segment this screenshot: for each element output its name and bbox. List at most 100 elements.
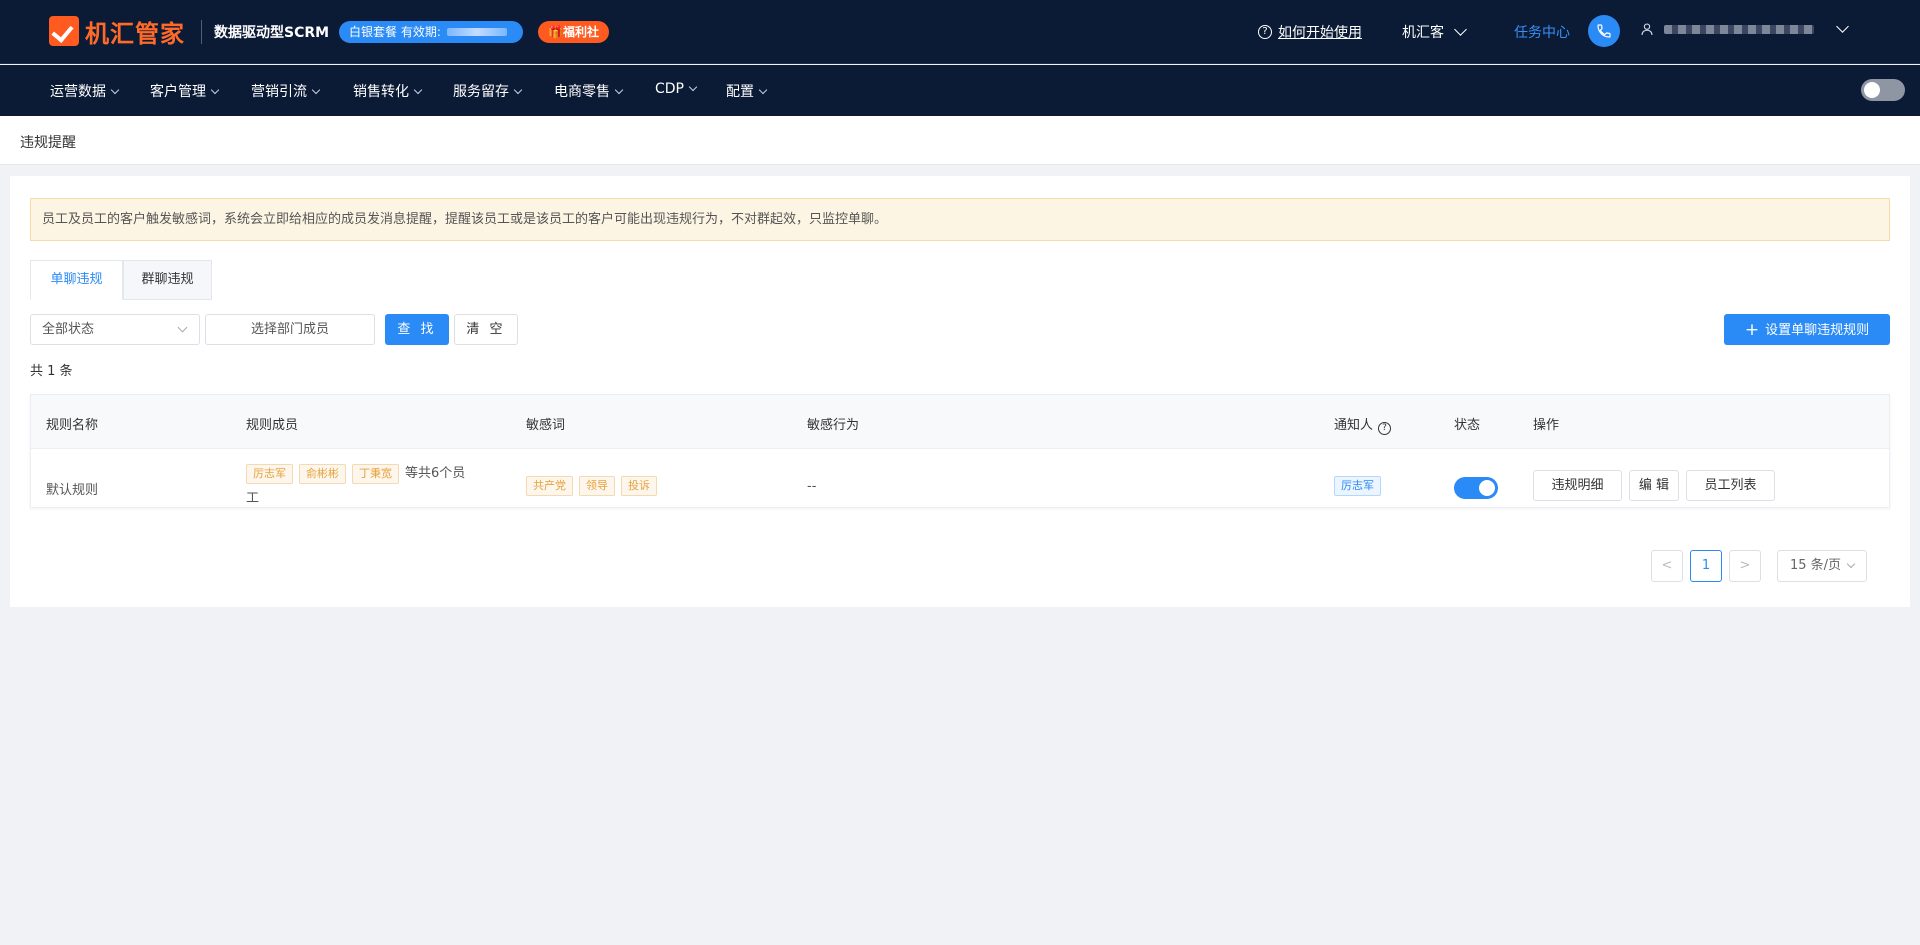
- rule-members: 厉志军 俞彬彬 丁秉宽 等共6个员: [246, 462, 496, 484]
- plus-icon: +: [1744, 320, 1760, 340]
- nav-label: 电商零售: [554, 84, 610, 100]
- nav-item-cdp[interactable]: CDP: [655, 81, 698, 97]
- edit-button[interactable]: 编 辑: [1629, 470, 1679, 501]
- chevron-down-icon: [688, 82, 698, 92]
- member-tag: 俞彬彬: [299, 464, 346, 484]
- th-rule-name: 规则名称: [46, 418, 99, 433]
- nav-item-marketing[interactable]: 营销引流: [251, 81, 321, 101]
- brand-name: 机汇管家: [85, 19, 185, 48]
- chevron-down-icon: [1454, 23, 1467, 36]
- nav-label: 服务留存: [453, 84, 509, 100]
- brand-logo[interactable]: 机汇管家: [49, 12, 185, 50]
- status-select[interactable]: 全部状态: [30, 314, 200, 345]
- page-title: 违规提醒: [20, 135, 76, 151]
- nav-item-retention[interactable]: 服务留存: [453, 81, 523, 101]
- brand-subtitle: 数据驱动型SCRM: [214, 25, 330, 41]
- brand-divider: [201, 20, 202, 44]
- help-link[interactable]: ? 如何开始使用: [1258, 22, 1362, 42]
- chevron-down-icon: [110, 85, 120, 95]
- nav-label: 销售转化: [353, 84, 409, 100]
- nav-label: 运营数据: [50, 84, 106, 100]
- result-count: 共 1 条: [30, 364, 73, 379]
- phone-button[interactable]: [1588, 15, 1620, 47]
- th-sensitive-behavior: 敏感行为: [807, 418, 860, 433]
- members-more-wrap: 工: [246, 491, 260, 506]
- page-size-value: 15 条/页: [1790, 558, 1842, 573]
- top-header: 机汇管家 数据驱动型SCRM 白银套餐 有效期: 🎁福利社 ? 如何开始使用 机…: [0, 0, 1920, 64]
- member-tag: 丁秉宽: [352, 464, 399, 484]
- user-icon: [1641, 23, 1653, 35]
- th-notifier-label: 通知人: [1334, 418, 1374, 433]
- tab-single-chat[interactable]: 单聊违规: [30, 260, 123, 300]
- nav-label: CDP: [655, 81, 684, 97]
- prev-page-button[interactable]: <: [1651, 550, 1683, 582]
- brand-check-icon: [49, 16, 79, 46]
- table-header: 规则名称 规则成员 敏感词 敏感行为 通知人? 状态 操作: [31, 395, 1889, 449]
- nav-item-ops-data[interactable]: 运营数据: [50, 81, 120, 101]
- member-tag: 厉志军: [246, 464, 293, 484]
- members-more: 等共6个员: [405, 466, 466, 481]
- plan-badge: 白银套餐 有效期:: [339, 21, 523, 43]
- tab-group-chat[interactable]: 群聊违规: [123, 260, 212, 300]
- welfare-button[interactable]: 🎁福利社: [538, 21, 609, 43]
- th-notifier: 通知人?: [1334, 414, 1392, 435]
- rule-name: 默认规则: [46, 483, 99, 498]
- employee-list-button[interactable]: 员工列表: [1686, 470, 1775, 501]
- th-rule-members: 规则成员: [246, 418, 299, 433]
- next-page-button[interactable]: >: [1729, 550, 1761, 582]
- word-tag: 共产党: [526, 476, 573, 496]
- setup-rule-label: 设置单聊违规规则: [1765, 323, 1870, 338]
- chevron-down-icon: [413, 85, 423, 95]
- violation-detail-button[interactable]: 违规明细: [1533, 470, 1622, 501]
- nav-item-config[interactable]: 配置: [726, 81, 768, 101]
- search-button[interactable]: 查 找: [385, 314, 449, 345]
- org-name: 机汇客: [1402, 25, 1444, 41]
- plan-expiry-redacted: [446, 28, 507, 36]
- status-select-value: 全部状态: [42, 322, 95, 337]
- chevron-down-icon: [614, 85, 624, 95]
- select-member-button[interactable]: 选择部门成员: [205, 314, 375, 345]
- notice-banner: 员工及员工的客户触发敏感词，系统会立即给相应的成员发消息提醒，提醒该员工或是该员…: [30, 198, 1890, 241]
- plan-label: 白银套餐 有效期:: [349, 25, 441, 39]
- chevron-down-icon: [758, 85, 768, 95]
- nav-label: 客户管理: [150, 84, 206, 100]
- user-menu[interactable]: [1640, 19, 1849, 36]
- table-row: 默认规则 厉志军 俞彬彬 丁秉宽 等共6个员 工 共产党 领导 投诉 -- 厉志军 违规明…: [31, 449, 1889, 507]
- help-link-label: 如何开始使用: [1278, 25, 1362, 41]
- page-size-select[interactable]: 15 条/页: [1777, 550, 1867, 582]
- notifier: 厉志军: [1334, 476, 1387, 496]
- question-icon: ?: [1258, 25, 1272, 39]
- content-card: 员工及员工的客户触发敏感词，系统会立即给相应的成员发消息提醒，提醒该员工或是该员…: [10, 176, 1910, 607]
- word-tag: 领导: [579, 476, 615, 496]
- page-1-button[interactable]: 1: [1690, 550, 1722, 582]
- status-switch[interactable]: [1454, 477, 1498, 499]
- clear-button[interactable]: 清 空: [454, 314, 518, 345]
- question-icon[interactable]: ?: [1378, 422, 1392, 435]
- chevron-down-icon: [513, 85, 523, 95]
- chevron-down-icon: [1836, 19, 1849, 33]
- notifier-tag: 厉志军: [1334, 476, 1381, 496]
- sensitive-behavior: --: [807, 479, 817, 494]
- chevron-down-icon: [1846, 559, 1856, 569]
- th-sensitive-words: 敏感词: [526, 418, 566, 433]
- user-name-redacted: [1664, 24, 1814, 34]
- nav-item-customers[interactable]: 客户管理: [150, 81, 220, 101]
- chevron-down-icon: [210, 85, 220, 95]
- breadcrumb: 违规提醒: [0, 116, 1920, 165]
- nav-item-sales[interactable]: 销售转化: [353, 81, 423, 101]
- org-switcher[interactable]: 机汇客: [1402, 22, 1467, 42]
- nav-item-ecommerce[interactable]: 电商零售: [554, 81, 624, 101]
- theme-toggle[interactable]: [1861, 79, 1905, 101]
- phone-icon: [1597, 24, 1611, 38]
- setup-rule-button[interactable]: + 设置单聊违规规则: [1724, 314, 1890, 345]
- task-center-link[interactable]: 任务中心: [1514, 22, 1570, 42]
- main-nav: 运营数据 客户管理 营销引流 销售转化 服务留存 电商零售 CDP 配置: [0, 65, 1920, 116]
- th-status: 状态: [1454, 418, 1481, 433]
- chevron-down-icon: [177, 322, 188, 333]
- nav-label: 营销引流: [251, 84, 307, 100]
- sensitive-words: 共产党 领导 投诉: [526, 476, 663, 496]
- rules-table: 规则名称 规则成员 敏感词 敏感行为 通知人? 状态 操作 默认规则 厉志军 俞彬…: [30, 394, 1890, 508]
- chevron-down-icon: [311, 85, 321, 95]
- th-actions: 操作: [1533, 418, 1560, 433]
- nav-label: 配置: [726, 84, 754, 100]
